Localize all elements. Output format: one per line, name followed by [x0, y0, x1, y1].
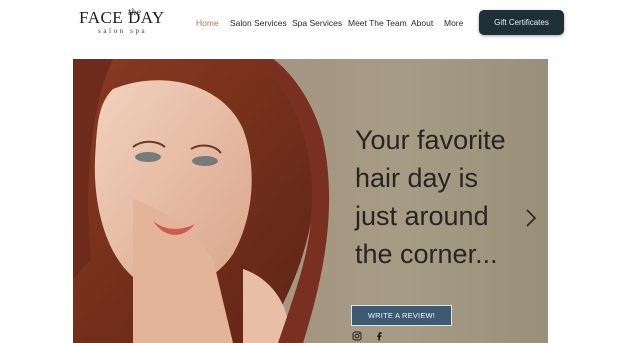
nav-item-meet-the-team[interactable]: Meet The Team — [348, 17, 407, 29]
facebook-icon[interactable] — [374, 331, 384, 341]
headline-line: hair day is — [355, 163, 479, 193]
gift-certificates-button[interactable]: Gift Certificates — [479, 10, 564, 35]
site-header: FACE DAY the salon spa Home Salon Servic… — [0, 0, 620, 58]
hero-headline: Your favorite hair day is just around th… — [355, 121, 535, 273]
logo[interactable]: FACE DAY the salon spa — [79, 8, 185, 38]
nav-item-spa-services[interactable]: Spa Services — [292, 17, 342, 29]
headline-line: the corner... — [355, 239, 498, 269]
hero-model-image — [73, 59, 330, 343]
nav-item-about[interactable]: About — [411, 17, 433, 29]
nav-item-home[interactable]: Home — [196, 17, 219, 29]
instagram-icon[interactable] — [352, 331, 362, 341]
hero-slideshow: Your favorite hair day is just around th… — [73, 59, 548, 343]
chevron-right-icon[interactable] — [523, 207, 539, 229]
headline-line: just around — [355, 201, 489, 231]
headline-line: Your favorite — [355, 125, 506, 155]
logo-wordmark: FACE DAY — [79, 8, 165, 27]
logo-script-word: the — [128, 8, 142, 17]
write-review-button[interactable]: WRITE A REVIEW! — [351, 305, 452, 326]
nav-item-more[interactable]: More — [444, 17, 463, 29]
nav-item-salon-services[interactable]: Salon Services — [230, 17, 287, 29]
logo-tagline: salon spa — [98, 27, 148, 35]
